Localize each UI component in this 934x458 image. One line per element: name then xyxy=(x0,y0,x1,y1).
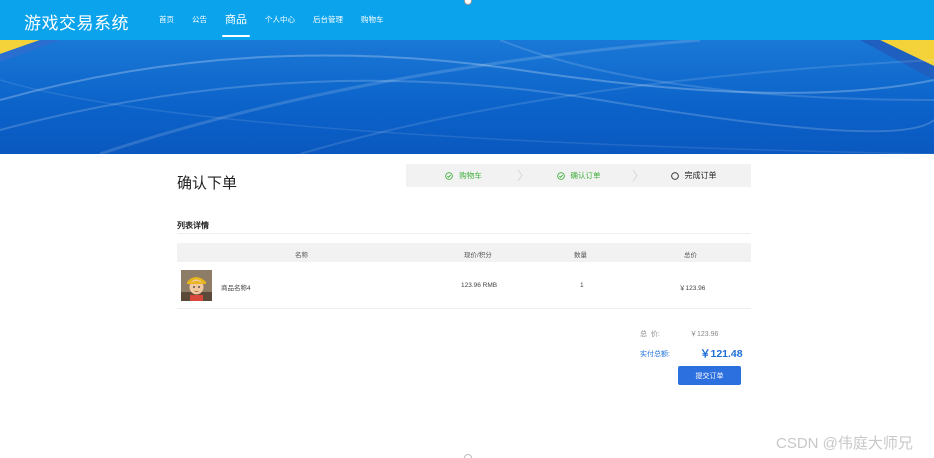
nav-announcements[interactable]: 公告 xyxy=(183,0,216,40)
step-label: 完成订单 xyxy=(684,171,717,180)
nav-cart[interactable]: 购物车 xyxy=(352,0,393,40)
step-label: 确认订单 xyxy=(570,171,601,180)
table-row: 商品名称4 123.96 RMB 1 ￥123.96 xyxy=(177,263,751,309)
product-name[interactable]: 商品名称4 xyxy=(221,282,251,292)
column-header-price: 现价/积分 xyxy=(464,252,492,259)
submit-order-button[interactable]: 提交订单 xyxy=(678,366,741,385)
amount-payable-value: ￥121.48 xyxy=(700,348,743,360)
column-header-total: 总价 xyxy=(684,252,697,259)
column-header-name: 名称 xyxy=(295,252,308,259)
product-thumbnail[interactable] xyxy=(181,270,212,301)
resize-handle-bottom xyxy=(464,454,472,458)
product-image xyxy=(181,270,212,301)
column-header-quantity: 数量 xyxy=(574,252,587,259)
check-circle-icon xyxy=(445,171,454,180)
divider xyxy=(177,233,751,234)
page-title: 确认下单 xyxy=(177,175,238,192)
step-complete-order: 完成订单 xyxy=(636,164,751,187)
total-price-value: ￥123.96 xyxy=(690,331,719,338)
top-navbar: 游戏交易系统 首页 公告 商品 个人中心 后台管理 购物车 xyxy=(0,0,934,40)
order-steps: 购物车 确认订单 完成订单 xyxy=(406,164,751,187)
banner-graphic xyxy=(0,40,934,154)
circle-icon xyxy=(670,171,679,180)
step-cart: 购物车 xyxy=(406,164,523,187)
nav-admin[interactable]: 后台管理 xyxy=(304,0,352,40)
amount-payable-label: 实付总额: xyxy=(640,351,670,358)
list-section-title: 列表详情 xyxy=(177,221,209,230)
total-price-label: 总 价: xyxy=(640,331,660,338)
product-total: ￥123.96 xyxy=(679,285,706,292)
main-nav: 首页 公告 商品 个人中心 后台管理 购物车 xyxy=(150,0,393,40)
step-label: 购物车 xyxy=(459,171,482,180)
product-quantity: 1 xyxy=(580,282,584,289)
nav-personal-center[interactable]: 个人中心 xyxy=(256,0,304,40)
banner-image xyxy=(0,40,934,154)
site-title[interactable]: 游戏交易系统 xyxy=(24,9,129,34)
table-header: 名称 现价/积分 数量 总价 xyxy=(177,243,751,262)
nav-products[interactable]: 商品 xyxy=(216,0,256,40)
step-confirm-order: 确认订单 xyxy=(521,164,638,187)
product-price: 123.96 RMB xyxy=(461,282,498,289)
check-circle-icon xyxy=(556,171,565,180)
nav-home[interactable]: 首页 xyxy=(150,0,183,40)
watermark: CSDN @伟庭大师兄 xyxy=(776,435,913,452)
